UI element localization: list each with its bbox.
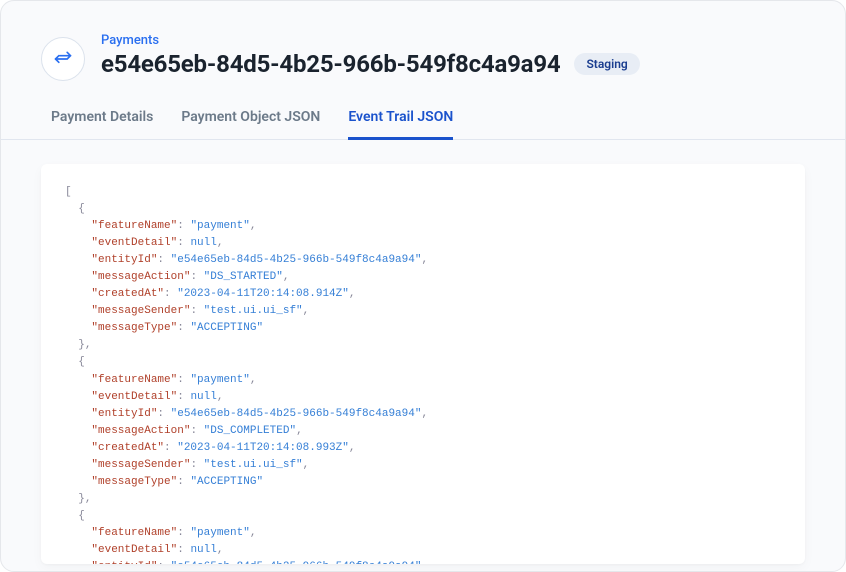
environment-badge: Staging bbox=[574, 53, 639, 75]
transfer-icon-container bbox=[41, 37, 85, 81]
transfer-icon bbox=[53, 49, 73, 69]
tabs: Payment Details Payment Object JSON Event … bbox=[1, 99, 845, 140]
json-viewer[interactable]: [ { "featureName": "payment", "eventDeta… bbox=[41, 184, 805, 564]
tab-payment-object-json[interactable]: Payment Object JSON bbox=[181, 99, 320, 140]
breadcrumb[interactable]: Payments bbox=[101, 33, 805, 48]
tab-payment-details[interactable]: Payment Details bbox=[51, 99, 153, 140]
page-title: e54e65eb-84d5-4b25-966b-549f8c4a9a94 bbox=[101, 50, 560, 78]
header-text: Payments e54e65eb-84d5-4b25-966b-549f8c4… bbox=[101, 33, 805, 78]
app-frame: Payments e54e65eb-84d5-4b25-966b-549f8c4… bbox=[0, 0, 846, 572]
content-card: [ { "featureName": "payment", "eventDeta… bbox=[41, 164, 805, 564]
header: Payments e54e65eb-84d5-4b25-966b-549f8c4… bbox=[1, 1, 845, 99]
tab-event-trail-json[interactable]: Event Trail JSON bbox=[348, 99, 453, 140]
title-row: e54e65eb-84d5-4b25-966b-549f8c4a9a94 Sta… bbox=[101, 50, 805, 78]
